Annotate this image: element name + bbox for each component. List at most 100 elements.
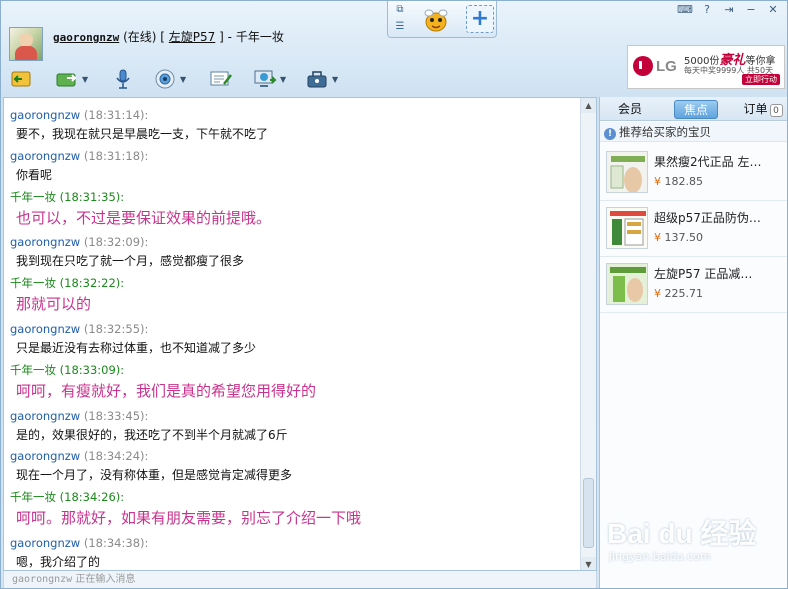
scroll-up-icon[interactable]: ▲ <box>581 98 596 113</box>
header: gaorongnzw (在线) [ 左旋P57 ] - 千年一妆 ⧉ ☰ + ⌨… <box>1 1 787 97</box>
sender-name: gaorongnzw <box>10 536 81 550</box>
message: 千年一妆 (18:31:35): 也可以，不过是要保证效果的前提哦。 <box>10 189 271 228</box>
sender-name: gaorongnzw <box>10 449 81 463</box>
folder-send-icon <box>55 68 79 90</box>
product-thumbnail[interactable] <box>606 207 648 249</box>
chat-window: gaorongnzw (在线) [ 左旋P57 ] - 千年一妆 ⧉ ☰ + ⌨… <box>0 0 788 589</box>
message-time: (18:31:18): <box>83 149 149 163</box>
message-time: (18:31:14): <box>83 108 149 122</box>
message: gaorongnzw (18:31:18): 你看呢 <box>10 149 148 183</box>
product-name[interactable]: 果然瘦2代正品 左… <box>654 153 761 170</box>
sender-name: gaorongnzw <box>10 149 81 163</box>
message-text: 也可以，不过是要保证效果的前提哦。 <box>16 209 272 227</box>
scroll-thumb[interactable] <box>583 478 594 548</box>
help-icon[interactable]: ? <box>699 3 715 17</box>
product-thumbnail[interactable] <box>606 263 648 305</box>
orders-count-badge: 0 <box>769 104 783 117</box>
transfer-icon <box>9 68 33 90</box>
product-item[interactable]: 左旋P57 正品减… ¥ 225.71 <box>600 257 787 313</box>
shop-link[interactable]: 左旋P57 <box>169 30 216 44</box>
chat-scrollbar[interactable]: ▲ ▼ <box>580 98 596 570</box>
add-plugin-icon[interactable]: + <box>466 5 494 33</box>
chevron-down-icon[interactable]: ▼ <box>180 75 186 84</box>
message-text: 你看呢 <box>16 168 53 182</box>
message-time: (18:32:09): <box>83 235 149 249</box>
title-separator: - <box>227 30 232 44</box>
message-time: (18:32:22): <box>59 276 125 290</box>
product-item[interactable]: 果然瘦2代正品 左… ¥ 182.85 <box>600 145 787 201</box>
message: gaorongnzw (18:34:24): 现在一个月了，没有称体重，但是感觉… <box>10 449 292 483</box>
sender-name: gaorongnzw <box>10 235 81 249</box>
message: 千年一妆 (18:34:26): 呵呵。那就好，如果有朋友需要，别忘了介绍一下哦 <box>10 489 361 528</box>
message-list: gaorongnzw (18:31:14): 要不，我现在就只是早晨吃一支，下午… <box>4 98 582 570</box>
bracket-open: [ <box>160 30 165 44</box>
close-icon[interactable]: ✕ <box>765 3 781 17</box>
message-text: 呵呵。那就好，如果有朋友需要，别忘了介绍一下哦 <box>16 509 362 527</box>
feedback-icon[interactable]: ⌨ <box>677 3 693 17</box>
recommend-header: ! 推荐给买家的宝贝 <box>600 122 787 142</box>
watermark-url: jingyan.baidu.com <box>609 550 711 563</box>
message-text: 呵呵，有瘦就好，我们是真的希望您用得好的 <box>16 382 317 400</box>
sender-name: 千年一妆 <box>10 363 56 377</box>
contact-avatar[interactable] <box>9 27 43 61</box>
window-layout-icon[interactable]: ⧉ <box>394 4 406 16</box>
ad-brand: LG <box>656 58 677 75</box>
watermark-brand: Bai du 经验 <box>607 518 757 549</box>
pin-icon[interactable]: ⇥ <box>721 3 737 17</box>
typing-status-bar: gaorongnzw 正在输入消息 <box>3 571 597 588</box>
message-edit-icon <box>209 68 233 90</box>
baidu-jingyan-watermark: Bai du 经验 jingyan.baidu.com <box>607 498 785 570</box>
message: 千年一妆 (18:32:22): 那就可以的 <box>10 275 124 314</box>
lg-ad-banner[interactable]: LG 5000份豪礼等你拿 每天中奖9999人 共50天 立即行动 <box>627 45 785 89</box>
message: gaorongnzw (18:31:14): 要不，我现在就只是早晨吃一支，下午… <box>10 108 268 142</box>
message-time: (18:33:45): <box>83 409 149 423</box>
minimize-icon[interactable]: − <box>743 3 759 17</box>
top-app-bar: ⧉ ☰ + <box>387 1 497 38</box>
sender-name: 千年一妆 <box>10 276 56 290</box>
voice-button[interactable] <box>111 66 135 92</box>
message-text: 嗯，我介绍了的 <box>16 555 101 569</box>
product-item[interactable]: 超级p57正品防伪… ¥ 137.50 <box>600 201 787 257</box>
video-button[interactable]: ▼ <box>153 66 186 92</box>
message-time: (18:34:38): <box>83 536 149 550</box>
transfer-button[interactable] <box>9 66 33 92</box>
message-text: 那就可以的 <box>16 295 92 313</box>
product-price: ¥ 182.85 <box>654 175 703 188</box>
scroll-down-icon[interactable]: ▼ <box>581 557 596 570</box>
contact-status: (在线) <box>123 30 157 44</box>
window-controls: ⌨ ? ⇥ − ✕ <box>677 3 781 17</box>
message: 千年一妆 (18:33:09): 呵呵，有瘦就好，我们是真的希望您用得好的 <box>10 362 316 401</box>
right-tabs: 会员 焦点 订单 0 <box>600 97 787 121</box>
sender-name: gaorongnzw <box>10 322 81 336</box>
chevron-down-icon[interactable]: ▼ <box>332 75 338 84</box>
contact-username[interactable]: gaorongnzw <box>53 31 119 44</box>
file-send-button[interactable]: ▼ <box>55 66 88 92</box>
ad-action-button[interactable]: 立即行动 <box>742 74 780 85</box>
tab-focus[interactable]: 焦点 <box>674 100 718 119</box>
message: gaorongnzw (18:34:38): 嗯，我介绍了的 <box>10 536 148 570</box>
message-time: (18:34:24): <box>83 449 149 463</box>
sender-name: 千年一妆 <box>10 190 56 204</box>
remote-assist-button[interactable]: ▼ <box>253 66 286 92</box>
monitor-globe-icon <box>253 68 277 90</box>
sender-name: 千年一妆 <box>10 490 56 504</box>
recommend-title: 推荐给买家的宝贝 <box>619 125 711 139</box>
list-icon[interactable]: ☰ <box>394 21 406 33</box>
chevron-down-icon[interactable]: ▼ <box>82 75 88 84</box>
message-time: (18:34:26): <box>59 490 125 504</box>
product-name[interactable]: 超级p57正品防伪… <box>654 209 761 226</box>
message-time: (18:31:35): <box>59 190 125 204</box>
tab-orders[interactable]: 订单 0 <box>738 100 787 119</box>
product-name[interactable]: 左旋P57 正品减… <box>654 265 752 282</box>
message-button[interactable] <box>209 66 233 92</box>
contact-title: gaorongnzw (在线) [ 左旋P57 ] - 千年一妆 <box>53 28 284 45</box>
chevron-down-icon[interactable]: ▼ <box>280 75 286 84</box>
chat-history[interactable]: gaorongnzw (18:31:14): 要不，我现在就只是早晨吃一支，下午… <box>3 97 597 571</box>
tab-member[interactable]: 会员 <box>608 100 652 119</box>
bee-mascot-icon[interactable] <box>422 7 450 33</box>
microphone-icon <box>111 68 135 90</box>
typing-user: gaorongnzw <box>12 574 73 585</box>
product-thumbnail[interactable] <box>606 151 648 193</box>
sender-name: gaorongnzw <box>10 409 81 423</box>
more-apps-button[interactable]: ▼ <box>305 66 338 92</box>
